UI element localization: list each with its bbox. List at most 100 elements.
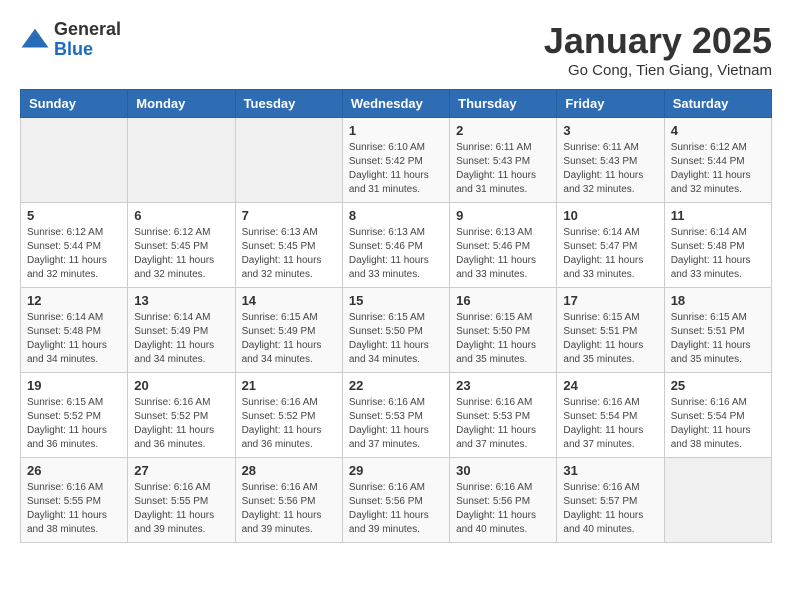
calendar-cell: 19 Sunrise: 6:15 AM Sunset: 5:52 PM Dayli…	[21, 373, 128, 458]
day-info: Sunrise: 6:15 AM Sunset: 5:50 PM Dayligh…	[349, 311, 443, 367]
calendar-cell: 30 Sunrise: 6:16 AM Sunset: 5:56 PM Dayli…	[450, 458, 557, 543]
day-number: 29	[349, 463, 443, 478]
calendar-cell: 23 Sunrise: 6:16 AM Sunset: 5:53 PM Dayli…	[450, 373, 557, 458]
day-number: 11	[671, 208, 765, 223]
day-header-tuesday: Tuesday	[235, 90, 342, 118]
calendar-table: SundayMondayTuesdayWednesdayThursdayFrid…	[20, 89, 772, 543]
logo: General Blue	[20, 20, 121, 60]
day-number: 9	[456, 208, 550, 223]
calendar-cell: 6Sunrise: 6:12 AM Sunset: 5:45 PM Daylig…	[128, 203, 235, 288]
calendar-cell: 18 Sunrise: 6:15 AM Sunset: 5:51 PM Dayli…	[664, 288, 771, 373]
day-info: Sunrise: 6:14 AM Sunset: 5:48 PM Dayligh…	[27, 311, 121, 367]
day-info: Sunrise: 6:16 AM Sunset: 5:54 PM Dayligh…	[671, 396, 765, 452]
logo-general-text: General	[54, 19, 121, 39]
day-number: 28	[242, 463, 336, 478]
day-number: 27	[134, 463, 228, 478]
day-number: 23	[456, 378, 550, 393]
day-header-thursday: Thursday	[450, 90, 557, 118]
day-number: 15	[349, 293, 443, 308]
calendar-cell: 4Sunrise: 6:12 AM Sunset: 5:44 PM Daylig…	[664, 118, 771, 203]
day-number: 6	[134, 208, 228, 223]
calendar-cell	[128, 118, 235, 203]
day-info: Sunrise: 6:16 AM Sunset: 5:56 PM Dayligh…	[242, 481, 336, 537]
day-info: Sunrise: 6:14 AM Sunset: 5:49 PM Dayligh…	[134, 311, 228, 367]
day-info: Sunrise: 6:13 AM Sunset: 5:46 PM Dayligh…	[349, 226, 443, 282]
day-number: 5	[27, 208, 121, 223]
day-number: 17	[563, 293, 657, 308]
calendar-cell: 12 Sunrise: 6:14 AM Sunset: 5:48 PM Dayli…	[21, 288, 128, 373]
calendar-cell: 1 Sunrise: 6:10 AM Sunset: 5:42 PM Daylig…	[342, 118, 449, 203]
day-header-wednesday: Wednesday	[342, 90, 449, 118]
day-info: Sunrise: 6:11 AM Sunset: 5:43 PM Dayligh…	[563, 141, 657, 197]
calendar-cell: 13 Sunrise: 6:14 AM Sunset: 5:49 PM Dayli…	[128, 288, 235, 373]
calendar-week-row: 1 Sunrise: 6:10 AM Sunset: 5:42 PM Daylig…	[21, 118, 772, 203]
day-number: 19	[27, 378, 121, 393]
day-number: 10	[563, 208, 657, 223]
day-info: Sunrise: 6:15 AM Sunset: 5:50 PM Dayligh…	[456, 311, 550, 367]
day-info: Sunrise: 6:13 AM Sunset: 5:46 PM Dayligh…	[456, 226, 550, 282]
day-info: Sunrise: 6:16 AM Sunset: 5:53 PM Dayligh…	[456, 396, 550, 452]
calendar-cell: 15 Sunrise: 6:15 AM Sunset: 5:50 PM Dayli…	[342, 288, 449, 373]
day-info: Sunrise: 6:16 AM Sunset: 5:52 PM Dayligh…	[134, 396, 228, 452]
calendar-cell: 27 Sunrise: 6:16 AM Sunset: 5:55 PM Dayli…	[128, 458, 235, 543]
day-header-monday: Monday	[128, 90, 235, 118]
calendar-cell: 7Sunrise: 6:13 AM Sunset: 5:45 PM Daylig…	[235, 203, 342, 288]
calendar-cell	[21, 118, 128, 203]
calendar-cell: 29 Sunrise: 6:16 AM Sunset: 5:56 PM Dayli…	[342, 458, 449, 543]
calendar-cell: 16Sunrise: 6:15 AM Sunset: 5:50 PM Dayli…	[450, 288, 557, 373]
calendar-cell: 28 Sunrise: 6:16 AM Sunset: 5:56 PM Dayli…	[235, 458, 342, 543]
calendar-cell: 3 Sunrise: 6:11 AM Sunset: 5:43 PM Daylig…	[557, 118, 664, 203]
day-info: Sunrise: 6:16 AM Sunset: 5:56 PM Dayligh…	[349, 481, 443, 537]
day-info: Sunrise: 6:16 AM Sunset: 5:52 PM Dayligh…	[242, 396, 336, 452]
day-number: 18	[671, 293, 765, 308]
calendar-week-row: 19 Sunrise: 6:15 AM Sunset: 5:52 PM Dayli…	[21, 373, 772, 458]
calendar-cell: 9 Sunrise: 6:13 AM Sunset: 5:46 PM Daylig…	[450, 203, 557, 288]
title-block: January 2025 Go Cong, Tien Giang, Vietna…	[544, 20, 772, 79]
calendar-cell: 25Sunrise: 6:16 AM Sunset: 5:54 PM Dayli…	[664, 373, 771, 458]
day-info: Sunrise: 6:10 AM Sunset: 5:42 PM Dayligh…	[349, 141, 443, 197]
day-info: Sunrise: 6:16 AM Sunset: 5:55 PM Dayligh…	[134, 481, 228, 537]
day-number: 22	[349, 378, 443, 393]
day-info: Sunrise: 6:15 AM Sunset: 5:49 PM Dayligh…	[242, 311, 336, 367]
page-header: General Blue January 2025 Go Cong, Tien …	[20, 20, 772, 79]
calendar-week-row: 5 Sunrise: 6:12 AM Sunset: 5:44 PM Daylig…	[21, 203, 772, 288]
day-info: Sunrise: 6:16 AM Sunset: 5:55 PM Dayligh…	[27, 481, 121, 537]
day-info: Sunrise: 6:15 AM Sunset: 5:52 PM Dayligh…	[27, 396, 121, 452]
day-info: Sunrise: 6:15 AM Sunset: 5:51 PM Dayligh…	[671, 311, 765, 367]
calendar-week-row: 26 Sunrise: 6:16 AM Sunset: 5:55 PM Dayli…	[21, 458, 772, 543]
calendar-cell: 26 Sunrise: 6:16 AM Sunset: 5:55 PM Dayli…	[21, 458, 128, 543]
day-number: 30	[456, 463, 550, 478]
calendar-cell: 8 Sunrise: 6:13 AM Sunset: 5:46 PM Daylig…	[342, 203, 449, 288]
day-header-sunday: Sunday	[21, 90, 128, 118]
day-info: Sunrise: 6:14 AM Sunset: 5:47 PM Dayligh…	[563, 226, 657, 282]
day-number: 1	[349, 123, 443, 138]
day-number: 12	[27, 293, 121, 308]
logo-icon	[20, 25, 50, 55]
calendar-cell	[664, 458, 771, 543]
day-number: 14	[242, 293, 336, 308]
day-info: Sunrise: 6:12 AM Sunset: 5:44 PM Dayligh…	[671, 141, 765, 197]
calendar-cell: 17Sunrise: 6:15 AM Sunset: 5:51 PM Dayli…	[557, 288, 664, 373]
day-info: Sunrise: 6:16 AM Sunset: 5:53 PM Dayligh…	[349, 396, 443, 452]
calendar-cell: 2Sunrise: 6:11 AM Sunset: 5:43 PM Daylig…	[450, 118, 557, 203]
calendar-cell: 21 Sunrise: 6:16 AM Sunset: 5:52 PM Dayli…	[235, 373, 342, 458]
calendar-cell: 31Sunrise: 6:16 AM Sunset: 5:57 PM Dayli…	[557, 458, 664, 543]
day-number: 13	[134, 293, 228, 308]
calendar-cell: 11 Sunrise: 6:14 AM Sunset: 5:48 PM Dayli…	[664, 203, 771, 288]
day-number: 26	[27, 463, 121, 478]
day-number: 21	[242, 378, 336, 393]
day-number: 8	[349, 208, 443, 223]
calendar-cell: 20 Sunrise: 6:16 AM Sunset: 5:52 PM Dayli…	[128, 373, 235, 458]
day-header-saturday: Saturday	[664, 90, 771, 118]
day-info: Sunrise: 6:13 AM Sunset: 5:45 PM Dayligh…	[242, 226, 336, 282]
day-info: Sunrise: 6:12 AM Sunset: 5:44 PM Dayligh…	[27, 226, 121, 282]
day-info: Sunrise: 6:14 AM Sunset: 5:48 PM Dayligh…	[671, 226, 765, 282]
day-number: 3	[563, 123, 657, 138]
day-number: 20	[134, 378, 228, 393]
calendar-week-row: 12 Sunrise: 6:14 AM Sunset: 5:48 PM Dayli…	[21, 288, 772, 373]
day-info: Sunrise: 6:16 AM Sunset: 5:56 PM Dayligh…	[456, 481, 550, 537]
logo-blue-text: Blue	[54, 39, 93, 59]
calendar-cell: 14 Sunrise: 6:15 AM Sunset: 5:49 PM Dayli…	[235, 288, 342, 373]
calendar-cell: 10 Sunrise: 6:14 AM Sunset: 5:47 PM Dayli…	[557, 203, 664, 288]
calendar-cell: 24Sunrise: 6:16 AM Sunset: 5:54 PM Dayli…	[557, 373, 664, 458]
